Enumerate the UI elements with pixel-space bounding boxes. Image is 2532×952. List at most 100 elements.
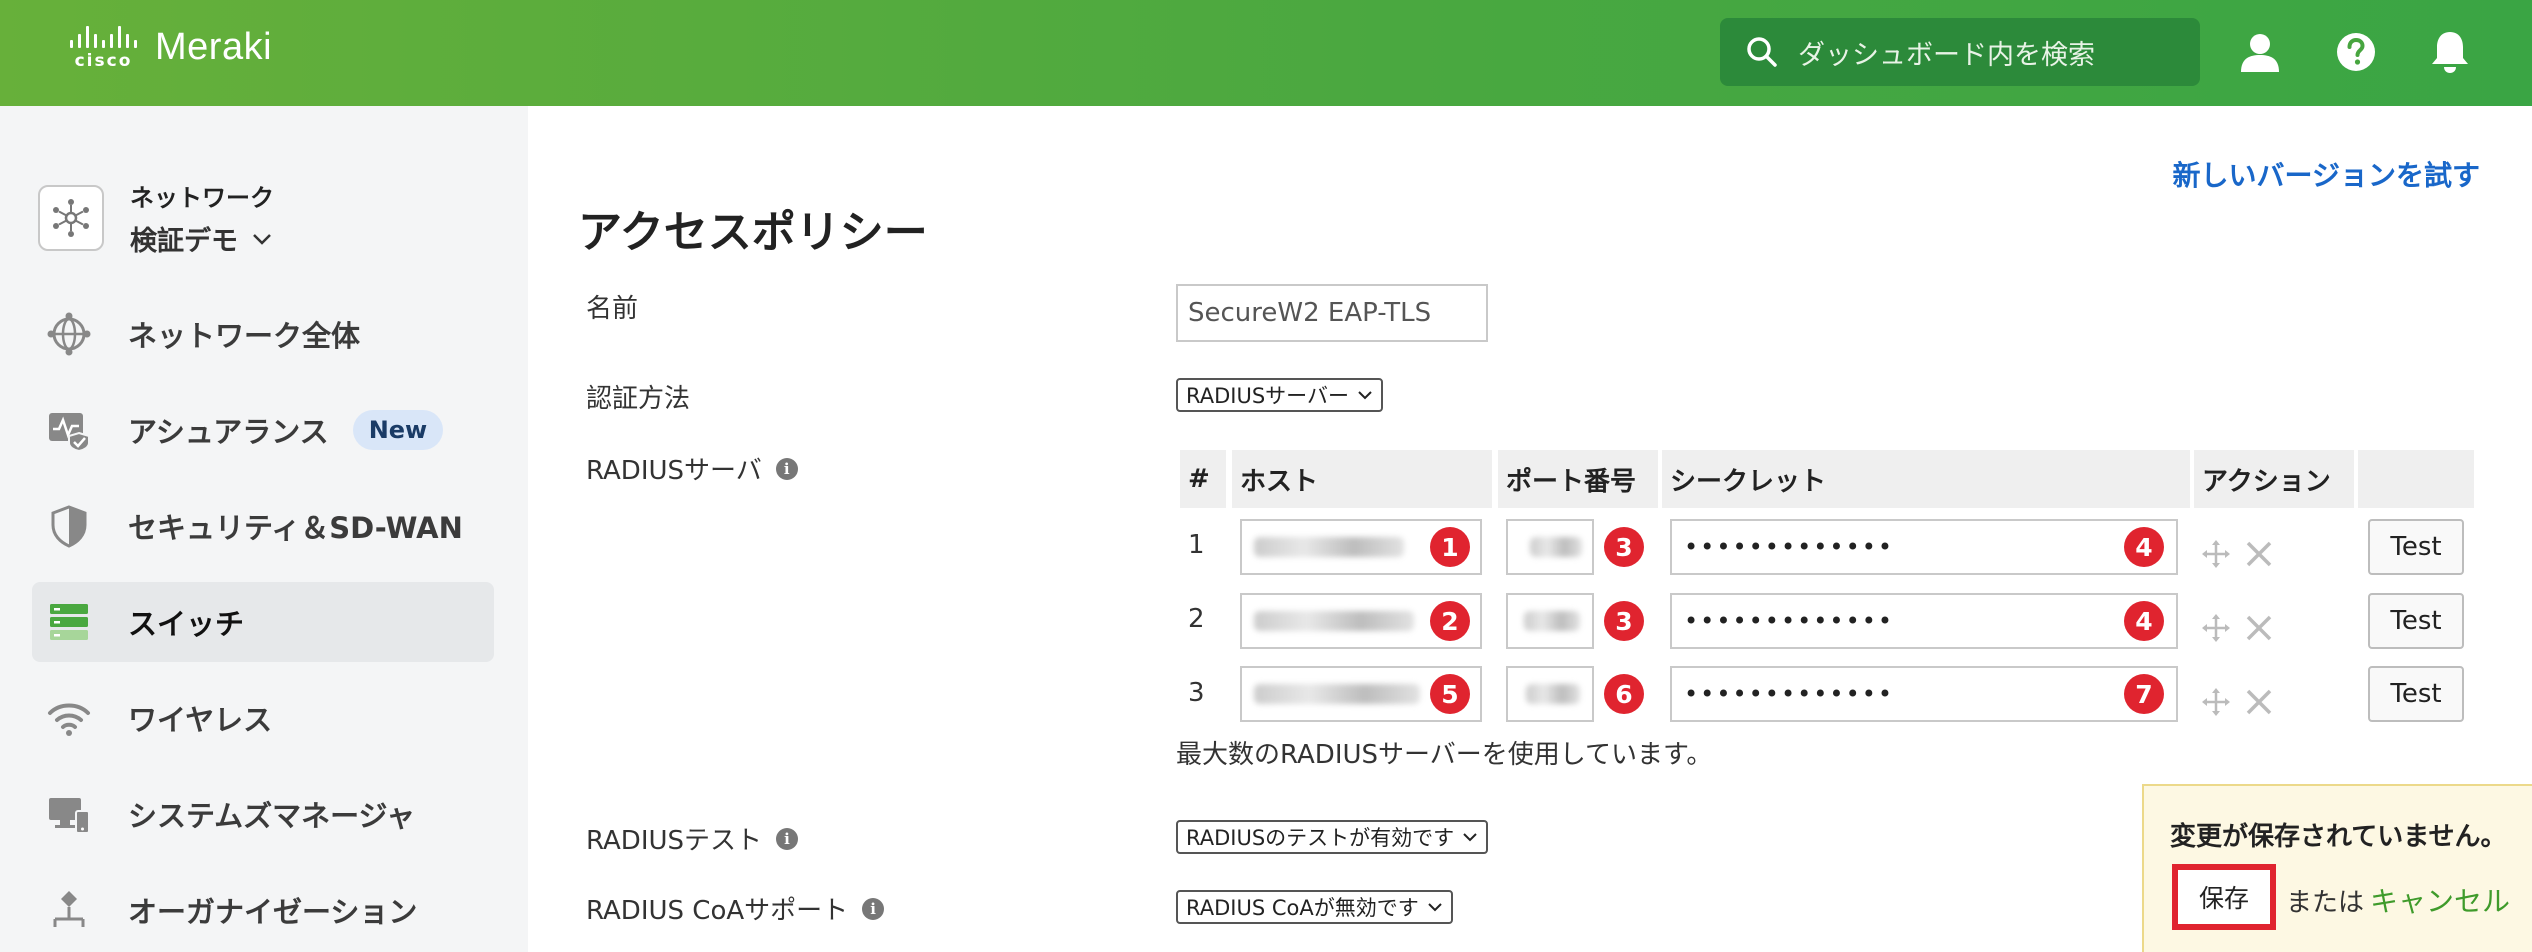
delete-icon[interactable] [2244,687,2274,717]
info-icon[interactable]: i [776,827,799,850]
search-placeholder: ダッシュボード内を検索 [1798,39,2095,71]
or-text: または [2286,888,2365,918]
try-new-version-link[interactable]: 新しいバージョンを試す [2173,154,2480,194]
sidebar-item-assurance[interactable]: アシュアランス New [32,390,494,470]
help-icon[interactable] [2326,22,2386,82]
sidebar-item-security-sdwan[interactable]: セキュリティ＆SD-WAN [32,486,494,566]
auth-method-value: RADIUSサーバー [1186,384,1349,408]
max-servers-note: 最大数のRADIUSサーバーを使用しています。 [1176,740,1713,770]
radius-test-label-text: RADIUSテスト [586,826,763,856]
row-actions [2200,538,2274,570]
secret-input[interactable]: ••••••••••••• 4 [1670,519,2178,575]
sidebar-item-wireless[interactable]: ワイヤレス [32,678,494,758]
annotation-marker: 2 [1430,601,1470,641]
radius-coa-label: RADIUS CoAサポート i [586,890,885,927]
network-label: ネットワーク [130,184,274,212]
delete-icon[interactable] [2244,613,2274,643]
test-button[interactable]: Test [2368,666,2464,722]
search-input[interactable]: ダッシュボード内を検索 [1720,18,2200,86]
sidebar-item-network-wide[interactable]: ネットワーク全体 [32,294,494,374]
secret-input[interactable]: ••••••••••••• 7 [1670,666,2178,722]
radius-coa-label-text: RADIUS CoAサポート [586,896,849,926]
sidebar-item-label: オーガナイゼーション [128,895,418,929]
cisco-bars-icon [70,24,137,48]
row-actions [2200,686,2274,718]
auth-method-label: 認証方法 [586,378,690,415]
table-header-number: # [1180,450,1226,508]
annotation-marker: 7 [2124,674,2164,714]
network-selector[interactable]: ネットワーク 検証デモ [38,178,274,258]
move-icon[interactable] [2200,686,2232,718]
test-button[interactable]: Test [2368,519,2464,575]
sidebar-item-label: スイッチ [128,607,245,641]
delete-icon[interactable] [2244,539,2274,569]
sidebar-item-label: セキュリティ＆SD-WAN [128,511,463,545]
host-input[interactable]: 1 [1240,519,1482,575]
host-input[interactable]: 2 [1240,593,1482,649]
chevron-down-icon [253,233,271,245]
radius-test-value: RADIUSのテストが有効です [1186,826,1455,850]
radius-coa-select[interactable]: RADIUS CoAが無効です [1176,890,1453,924]
top-bar: cisco Meraki ダッシュボード内を検索 [0,0,2532,106]
test-button[interactable]: Test [2368,593,2464,649]
annotation-marker: 6 [1604,674,1644,714]
bell-icon[interactable] [2420,22,2480,82]
shield-icon [46,503,92,549]
save-button[interactable]: 保存 [2172,864,2276,930]
table-header-action: アクション [2194,450,2354,508]
cancel-link[interactable]: キャンセル [2370,880,2510,920]
systems-manager-icon [46,791,92,837]
secret-value: ••••••••••••• [1684,607,1895,635]
info-icon[interactable]: i [862,897,885,920]
table-header-port: ポート番号 [1498,450,1658,508]
auth-method-select[interactable]: RADIUSサーバー [1176,378,1383,412]
radius-coa-value: RADIUS CoAが無効です [1186,896,1419,920]
secret-value: ••••••••••••• [1684,680,1895,708]
name-label: 名前 [586,288,638,325]
unsaved-message: 変更が保存されていません。 [2170,822,2507,852]
port-input[interactable] [1506,519,1594,575]
table-header-blank [2358,450,2474,508]
radius-server-label: RADIUSサーバ i [586,450,798,487]
sidebar: ネットワーク 検証デモ ネットワーク全体 アシュアランス New セキュリティ＆… [0,106,528,952]
sidebar-item-label: アシュアランス [128,415,329,449]
sidebar-item-label: ワイヤレス [128,703,273,737]
move-icon[interactable] [2200,538,2232,570]
port-input[interactable] [1506,593,1594,649]
network-name-text: 検証デモ [130,226,238,257]
row-number: 3 [1188,678,1205,708]
sidebar-item-systems-manager[interactable]: システムズマネージャ [32,774,494,854]
radius-test-select[interactable]: RADIUSのテストが有効です [1176,820,1489,854]
user-icon[interactable] [2230,22,2290,82]
move-icon[interactable] [2200,612,2232,644]
search-icon [1747,37,1777,67]
port-input[interactable] [1506,666,1594,722]
secret-input[interactable]: ••••••••••••• 4 [1670,593,2178,649]
annotation-marker: 3 [1604,527,1644,567]
chevron-down-icon [1463,833,1477,842]
row-number: 1 [1188,530,1205,560]
cisco-logo: cisco [70,24,137,71]
host-input[interactable]: 5 [1240,666,1482,722]
annotation-marker: 1 [1430,527,1470,567]
chevron-down-icon [1358,391,1372,400]
cisco-meraki-logo[interactable]: cisco Meraki [70,24,272,71]
annotation-marker: 4 [2124,527,2164,567]
sidebar-item-organization[interactable]: オーガナイゼーション [32,870,494,950]
sidebar-item-label: システムズマネージャ [128,799,416,833]
network-wide-icon [46,311,92,357]
annotation-marker: 3 [1604,601,1644,641]
switch-icon [46,599,92,645]
policy-name-input[interactable]: SecureW2 EAP-TLS [1176,284,1488,342]
new-badge: New [352,410,444,450]
radius-test-label: RADIUSテスト i [586,820,799,857]
organization-icon [46,887,92,933]
row-number: 2 [1188,604,1205,634]
name-label-text: 名前 [586,294,639,324]
info-icon[interactable]: i [775,457,798,480]
sidebar-item-switch[interactable]: スイッチ [32,582,494,662]
chevron-down-icon [1428,903,1442,912]
unsaved-changes-panel: 変更が保存されていません。 保存 または キャンセル [2142,784,2532,952]
network-name[interactable]: 検証デモ [130,219,274,258]
network-hub-icon [38,185,104,251]
